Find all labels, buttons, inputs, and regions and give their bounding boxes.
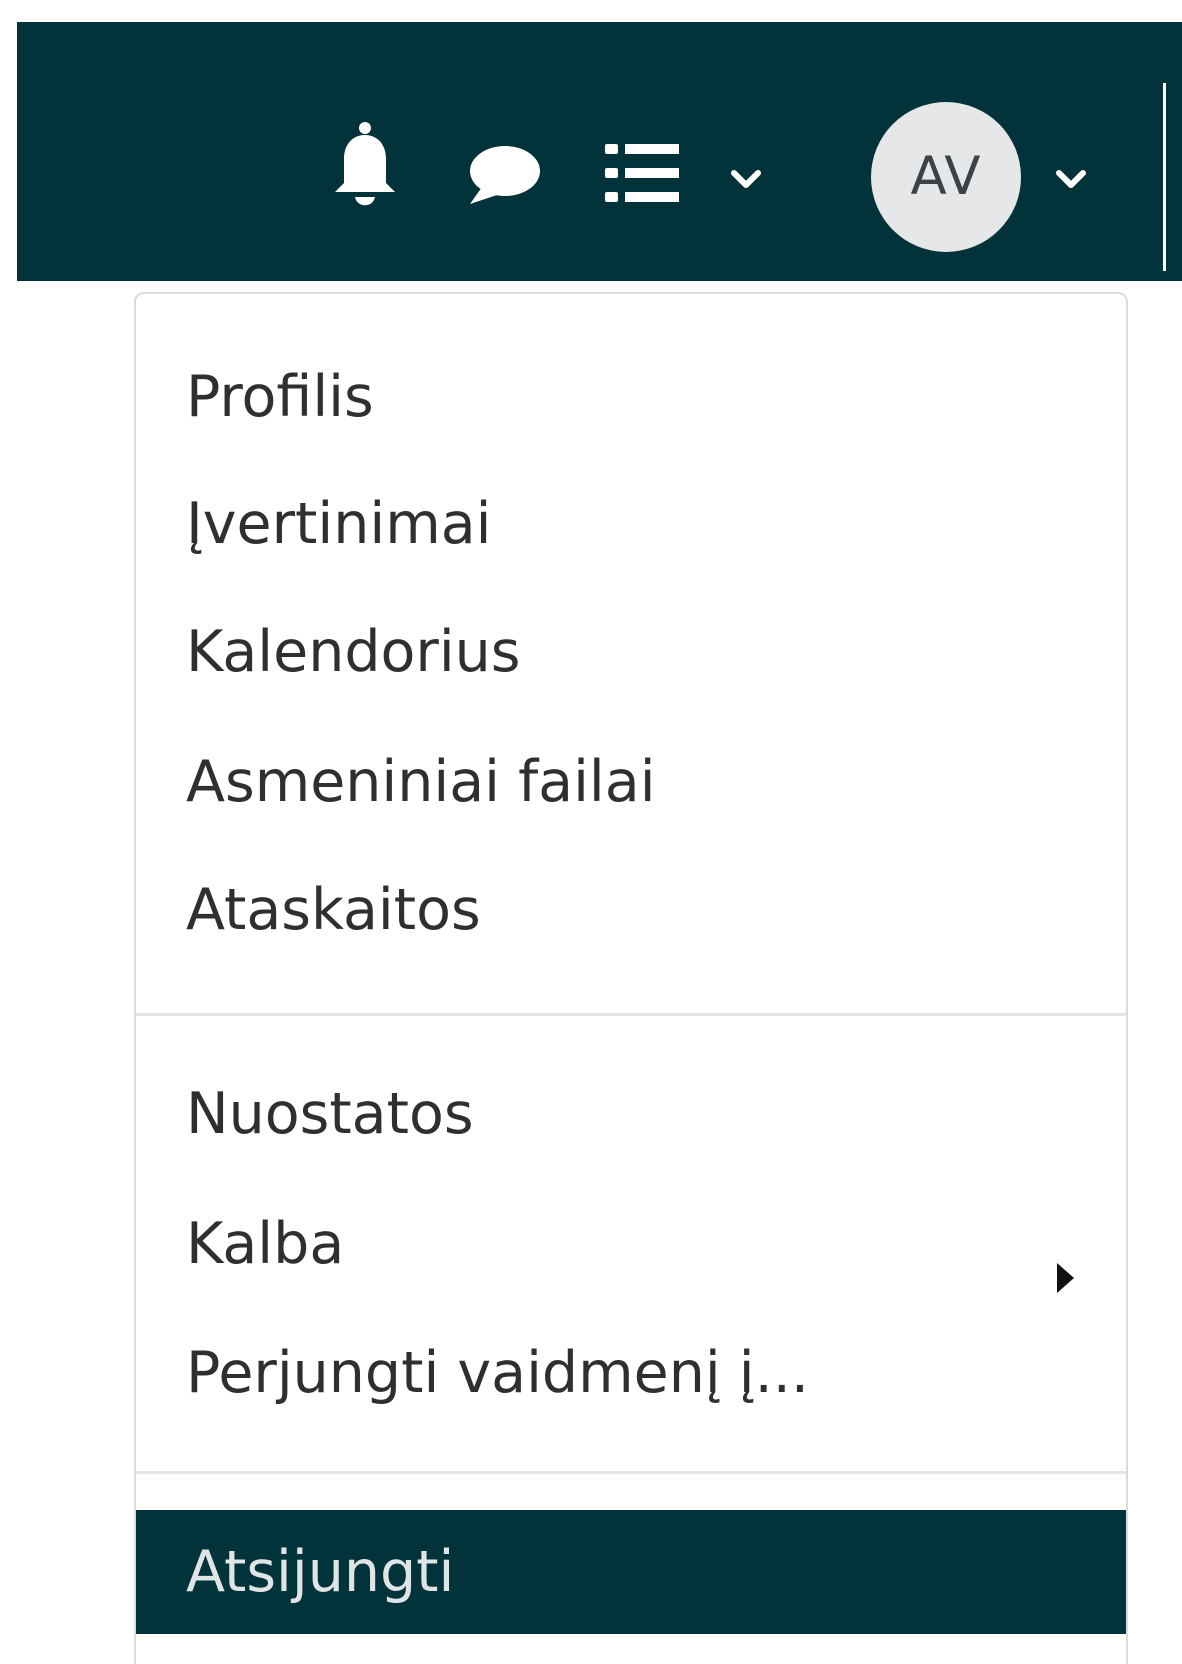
- menu-item-label: Profilis: [186, 364, 374, 430]
- chevron-down-icon[interactable]: [726, 160, 766, 196]
- user-menu: Profilis Įvertinimai Kalendorius Asmenin…: [134, 292, 1128, 1664]
- logout-label: Atsijungti: [186, 1539, 455, 1605]
- menu-item-grades[interactable]: Įvertinimai: [136, 472, 1126, 576]
- menu-item-label: Kalba: [186, 1211, 345, 1277]
- message-icon[interactable]: [466, 143, 542, 209]
- chevron-down-icon[interactable]: [1051, 160, 1091, 196]
- navbar-divider: [1163, 83, 1166, 271]
- logout-menu-item[interactable]: Atsijungti: [136, 1510, 1126, 1634]
- caret-right-icon: [1054, 1225, 1076, 1293]
- menu-item-switch-role[interactable]: Perjungti vaidmenį į...: [136, 1321, 1126, 1425]
- menu-item-label: Įvertinimai: [186, 491, 492, 557]
- menu-item-label: Nuostatos: [186, 1081, 474, 1147]
- list-icon[interactable]: [605, 140, 679, 206]
- menu-item-label: Asmeniniai failai: [186, 749, 656, 815]
- avatar[interactable]: AV: [871, 102, 1021, 252]
- menu-item-profile[interactable]: Profilis: [136, 345, 1126, 449]
- menu-item-label: Kalendorius: [186, 619, 521, 685]
- menu-item-language[interactable]: Kalba: [136, 1192, 1126, 1296]
- menu-item-reports[interactable]: Ataskaitos: [136, 858, 1126, 962]
- menu-item-preferences[interactable]: Nuostatos: [136, 1062, 1126, 1166]
- menu-item-personal-files[interactable]: Asmeniniai failai: [136, 730, 1126, 834]
- menu-item-label: Ataskaitos: [186, 877, 481, 943]
- menu-item-label: Perjungti vaidmenį į...: [186, 1340, 809, 1406]
- bell-icon[interactable]: [332, 120, 398, 212]
- top-background-band: [0, 0, 1182, 22]
- top-navigation-bar: AV: [17, 22, 1182, 281]
- menu-separator: [136, 1471, 1126, 1474]
- menu-item-calendar[interactable]: Kalendorius: [136, 600, 1126, 704]
- menu-separator: [136, 1013, 1126, 1016]
